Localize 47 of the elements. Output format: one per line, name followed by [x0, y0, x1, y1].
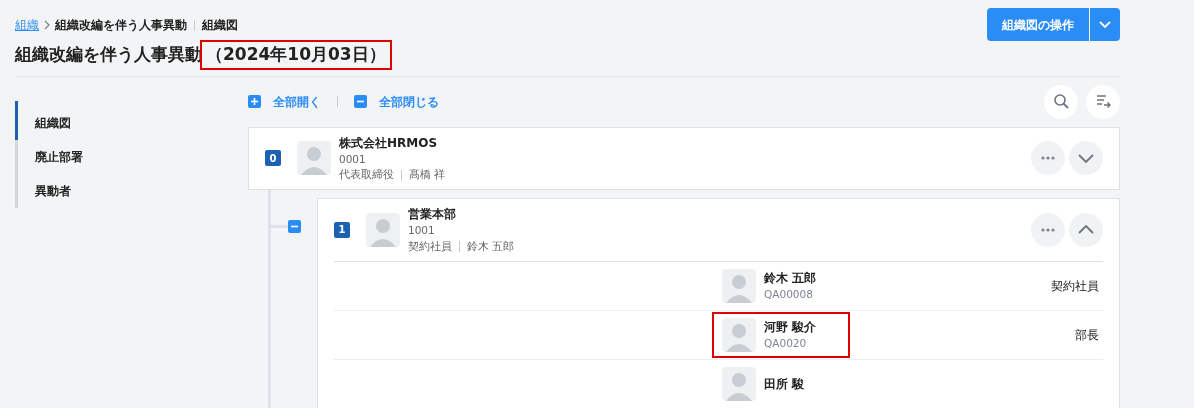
- level-badge: 0: [265, 150, 281, 167]
- chevron-icon: [43, 20, 51, 30]
- more-button[interactable]: [1031, 141, 1065, 176]
- collapse-all-link[interactable]: 全部閉じる: [379, 92, 439, 111]
- avatar-icon: [722, 317, 756, 352]
- toggle-button[interactable]: [1069, 141, 1103, 176]
- list-arrow-icon: [1095, 94, 1111, 109]
- department-code: 1001: [408, 223, 436, 238]
- department-code: 0001: [339, 151, 367, 167]
- caret-icon: [1099, 20, 1111, 29]
- dropdown-button[interactable]: [1089, 8, 1120, 41]
- department-name: 株式会社HRMOS: [339, 134, 439, 152]
- title-date: （2024年10月03日）: [202, 42, 390, 68]
- collapse-icon: [288, 220, 301, 233]
- head-role: 契約社員: [408, 238, 452, 254]
- member-code: QA00008: [764, 286, 814, 302]
- member-name: 田所 駿: [764, 375, 805, 393]
- search-button[interactable]: [1044, 84, 1078, 119]
- breadcrumb-link[interactable]: 組織: [15, 16, 39, 34]
- avatar-icon: [297, 141, 331, 176]
- toggle-button[interactable]: [1069, 212, 1103, 247]
- breadcrumb-item: 組織改編を伴う人事異動: [55, 17, 187, 34]
- avatar-icon: [722, 268, 756, 303]
- avatar-icon: [722, 366, 756, 401]
- plus-icon: [248, 95, 261, 108]
- member-name: 鈴木 五郎: [764, 269, 817, 287]
- search-icon: [1053, 94, 1069, 109]
- breadcrumb-item: 組織図: [202, 17, 238, 34]
- member-position: 部長: [1075, 326, 1100, 344]
- member-code: QA0020: [764, 335, 808, 351]
- more-button[interactable]: [1031, 212, 1065, 247]
- actions-button[interactable]: 組織図の操作: [987, 8, 1089, 41]
- chevron-up-icon: [1078, 225, 1094, 235]
- member-name: 河野 駿介: [764, 318, 817, 336]
- minus-icon: [354, 95, 367, 108]
- head-name: 髙橋 祥: [409, 167, 446, 183]
- sort-button[interactable]: [1086, 84, 1120, 119]
- ellipsis-icon: [1041, 227, 1055, 232]
- expand-all-link[interactable]: 全部開く: [273, 92, 321, 111]
- avatar-icon: [366, 212, 400, 247]
- ellipsis-icon: [1041, 156, 1055, 161]
- head-name: 鈴木 五郎: [467, 238, 515, 254]
- head-role: 代表取締役: [339, 167, 394, 183]
- chevron-down-icon: [1078, 153, 1094, 163]
- member-position: 契約社員: [1051, 277, 1100, 295]
- level-badge: 1: [334, 221, 350, 238]
- department-name: 営業本部: [408, 206, 457, 223]
